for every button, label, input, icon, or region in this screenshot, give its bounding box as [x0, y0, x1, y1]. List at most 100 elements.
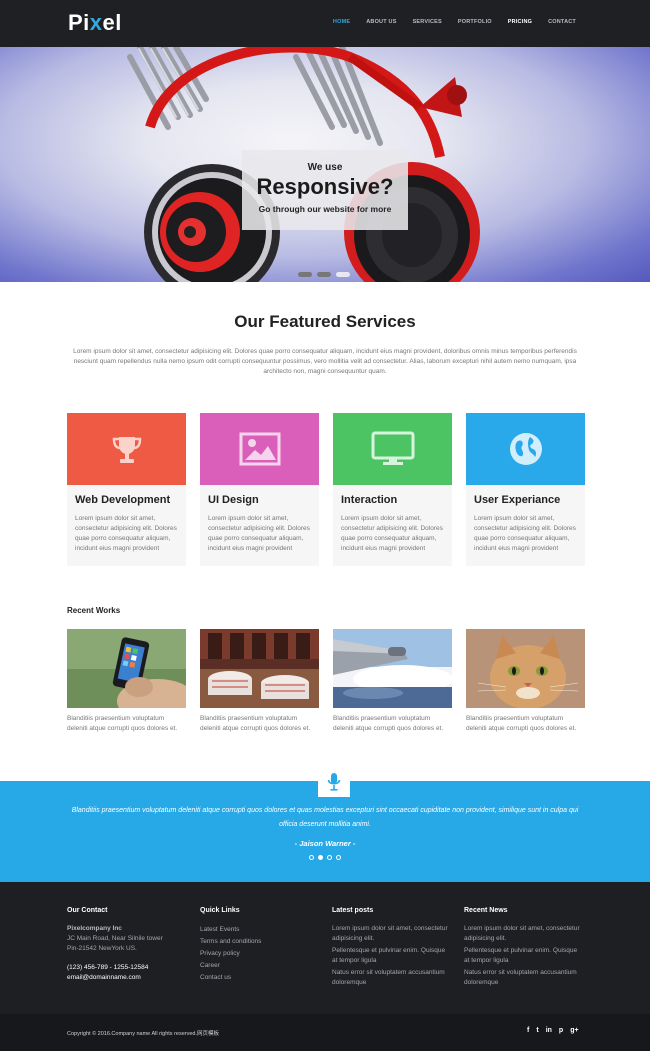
recent-works: Blanditiis praesentium voluptatum deleni… — [67, 629, 585, 734]
service-card-user-experiance[interactable]: User Experiance Lorem ipsum dolor sit am… — [466, 413, 585, 566]
footer-news-title: Recent News — [464, 907, 508, 914]
card-text: Lorem ipsum dolor sit amet, consectetur … — [474, 515, 576, 552]
footer-latest-posts: Latest posts Lorem ipsum dolor sit amet,… — [332, 907, 452, 990]
testimonial-author: - Jaison Warner - — [294, 839, 356, 848]
globe-icon — [509, 433, 542, 465]
card-header — [333, 413, 452, 485]
restaurant-photo — [200, 629, 319, 708]
services-title: Our Featured Services — [234, 312, 416, 331]
testimonial-dot-4[interactable] — [336, 855, 341, 860]
airplane-photo — [333, 629, 452, 708]
nav-contact[interactable]: CONTACT — [548, 19, 576, 25]
nav-about-us[interactable]: ABOUT US — [366, 19, 396, 25]
nav-home[interactable]: HOME — [333, 19, 350, 25]
header: Pixel HOME ABOUT US SERVICES PORTFOLIO P… — [0, 0, 650, 47]
work-item[interactable]: Blanditiis praesentium voluptatum deleni… — [200, 629, 319, 734]
work-thumbnail-restaurant[interactable] — [200, 629, 319, 708]
link-contact-us[interactable]: Contact us — [200, 972, 320, 984]
hero-title: Responsive? — [256, 174, 394, 199]
hero-line-1: We use — [307, 162, 343, 173]
work-item[interactable]: Blanditiis praesentium voluptatum deleni… — [466, 629, 585, 734]
testimonial-dot-2[interactable] — [318, 855, 323, 860]
footer-contact-title: Our Contact — [67, 907, 108, 914]
hero-subtitle: Go through our website for more — [258, 204, 392, 214]
slider-pagination — [298, 272, 350, 277]
card-text: Lorem ipsum dolor sit amet, consectetur … — [75, 515, 177, 552]
social-links: f t in p g+ — [527, 1027, 579, 1034]
hero-caption: We use Responsive? Go through our websit… — [242, 150, 408, 230]
hero-slider: We use Responsive? Go through our websit… — [0, 47, 650, 282]
work-thumbnail-phone[interactable] — [67, 629, 186, 708]
testimonial-quote: Blanditiis praesentium voluptatum deleni… — [71, 807, 579, 828]
testimonial-dot-3[interactable] — [327, 855, 332, 860]
google-plus-icon[interactable]: g+ — [570, 1027, 578, 1034]
logo-text-right: el — [102, 10, 122, 35]
microphone-icon — [327, 773, 341, 791]
work-thumbnail-cat[interactable] — [466, 629, 585, 708]
pinterest-icon[interactable]: p — [559, 1027, 563, 1034]
work-caption: Blanditiis praesentium voluptatum deleni… — [333, 715, 444, 732]
cat-photo — [466, 629, 585, 708]
footer-quick-links: Quick Links Latest Events Terms and cond… — [200, 907, 320, 984]
card-text: Lorem ipsum dolor sit amet, consectetur … — [341, 515, 443, 552]
services-intro: Lorem ipsum dolor sit amet, consectetur … — [73, 348, 577, 375]
twitter-icon[interactable]: t — [536, 1027, 538, 1034]
microphone-badge — [318, 767, 350, 797]
footer-links-title: Quick Links — [200, 907, 240, 914]
link-career[interactable]: Career — [200, 960, 320, 972]
slider-dot-1[interactable] — [298, 272, 312, 277]
link-terms[interactable]: Terms and conditions — [200, 936, 320, 948]
page: Pixel HOME ABOUT US SERVICES PORTFOLIO P… — [0, 0, 650, 1051]
monitor-icon — [371, 431, 414, 465]
footer-posts-title: Latest posts — [332, 907, 374, 914]
nav-pricing[interactable]: PRICING — [508, 19, 532, 25]
work-item[interactable]: Blanditiis praesentium voluptatum deleni… — [333, 629, 452, 734]
post-item[interactable]: Pellentesque et pulvinar enim. Quisque a… — [332, 946, 452, 966]
news-item[interactable]: Lorem ipsum dolor sit amet, consectetur … — [464, 924, 584, 944]
card-title: Web Development — [75, 494, 171, 506]
phone-photo — [67, 629, 186, 708]
news-item[interactable]: Pellentesque et pulvinar enim. Quisque a… — [464, 946, 584, 966]
testimonial-dot-1[interactable] — [309, 855, 314, 860]
footer-recent-news: Recent News Lorem ipsum dolor sit amet, … — [464, 907, 584, 990]
service-card-interaction[interactable]: Interaction Lorem ipsum dolor sit amet, … — [333, 413, 452, 566]
news-item[interactable]: Natus error sit voluptatem accusantium d… — [464, 968, 584, 988]
card-title: Interaction — [341, 494, 398, 506]
nav-portfolio[interactable]: PORTFOLIO — [458, 19, 492, 25]
card-header — [67, 413, 186, 485]
main-nav: HOME ABOUT US SERVICES PORTFOLIO PRICING… — [333, 19, 576, 25]
service-cards: Web Development Lorem ipsum dolor sit am… — [67, 413, 585, 566]
service-card-ui-design[interactable]: UI Design Lorem ipsum dolor sit amet, co… — [200, 413, 319, 566]
service-card-web-development[interactable]: Web Development Lorem ipsum dolor sit am… — [67, 413, 186, 566]
slider-dot-3[interactable] — [336, 272, 350, 277]
email-address[interactable]: email@domainname.com — [67, 973, 187, 983]
logo[interactable]: Pixel — [68, 10, 122, 36]
card-title: User Experiance — [474, 494, 561, 506]
work-caption: Blanditiis praesentium voluptatum deleni… — [466, 715, 577, 732]
footer-contact: Our Contact Pixelcompany Inc JC Main Roa… — [67, 907, 187, 983]
trophy-icon — [112, 437, 141, 463]
testimonial-pagination — [309, 855, 341, 860]
recent-works-title: Recent Works — [67, 606, 121, 615]
nav-services[interactable]: SERVICES — [413, 19, 442, 25]
work-item[interactable]: Blanditiis praesentium voluptatum deleni… — [67, 629, 186, 734]
slider-dot-2[interactable] — [317, 272, 331, 277]
work-caption: Blanditiis praesentium voluptatum deleni… — [200, 715, 311, 732]
logo-text-x: x — [89, 10, 103, 35]
address-line-1: JC Main Road, Near Silnile tower — [67, 935, 163, 942]
card-header — [200, 413, 319, 485]
post-item[interactable]: Natus error sit voluptatem accusantium d… — [332, 968, 452, 988]
facebook-icon[interactable]: f — [527, 1027, 529, 1034]
card-header — [466, 413, 585, 485]
link-privacy[interactable]: Privacy policy — [200, 948, 320, 960]
picture-icon — [239, 432, 280, 466]
company-name: Pixelcompany Inc — [67, 925, 122, 932]
post-item[interactable]: Lorem ipsum dolor sit amet, consectetur … — [332, 924, 452, 944]
linkedin-icon[interactable]: in — [546, 1027, 552, 1034]
link-latest-events[interactable]: Latest Events — [200, 924, 320, 936]
phone-number: (123) 456-789 - 1255-12584 — [67, 964, 149, 971]
work-thumbnail-airplane[interactable] — [333, 629, 452, 708]
logo-text-left: Pi — [68, 10, 90, 35]
card-title: UI Design — [208, 494, 259, 506]
card-text: Lorem ipsum dolor sit amet, consectetur … — [208, 515, 310, 552]
